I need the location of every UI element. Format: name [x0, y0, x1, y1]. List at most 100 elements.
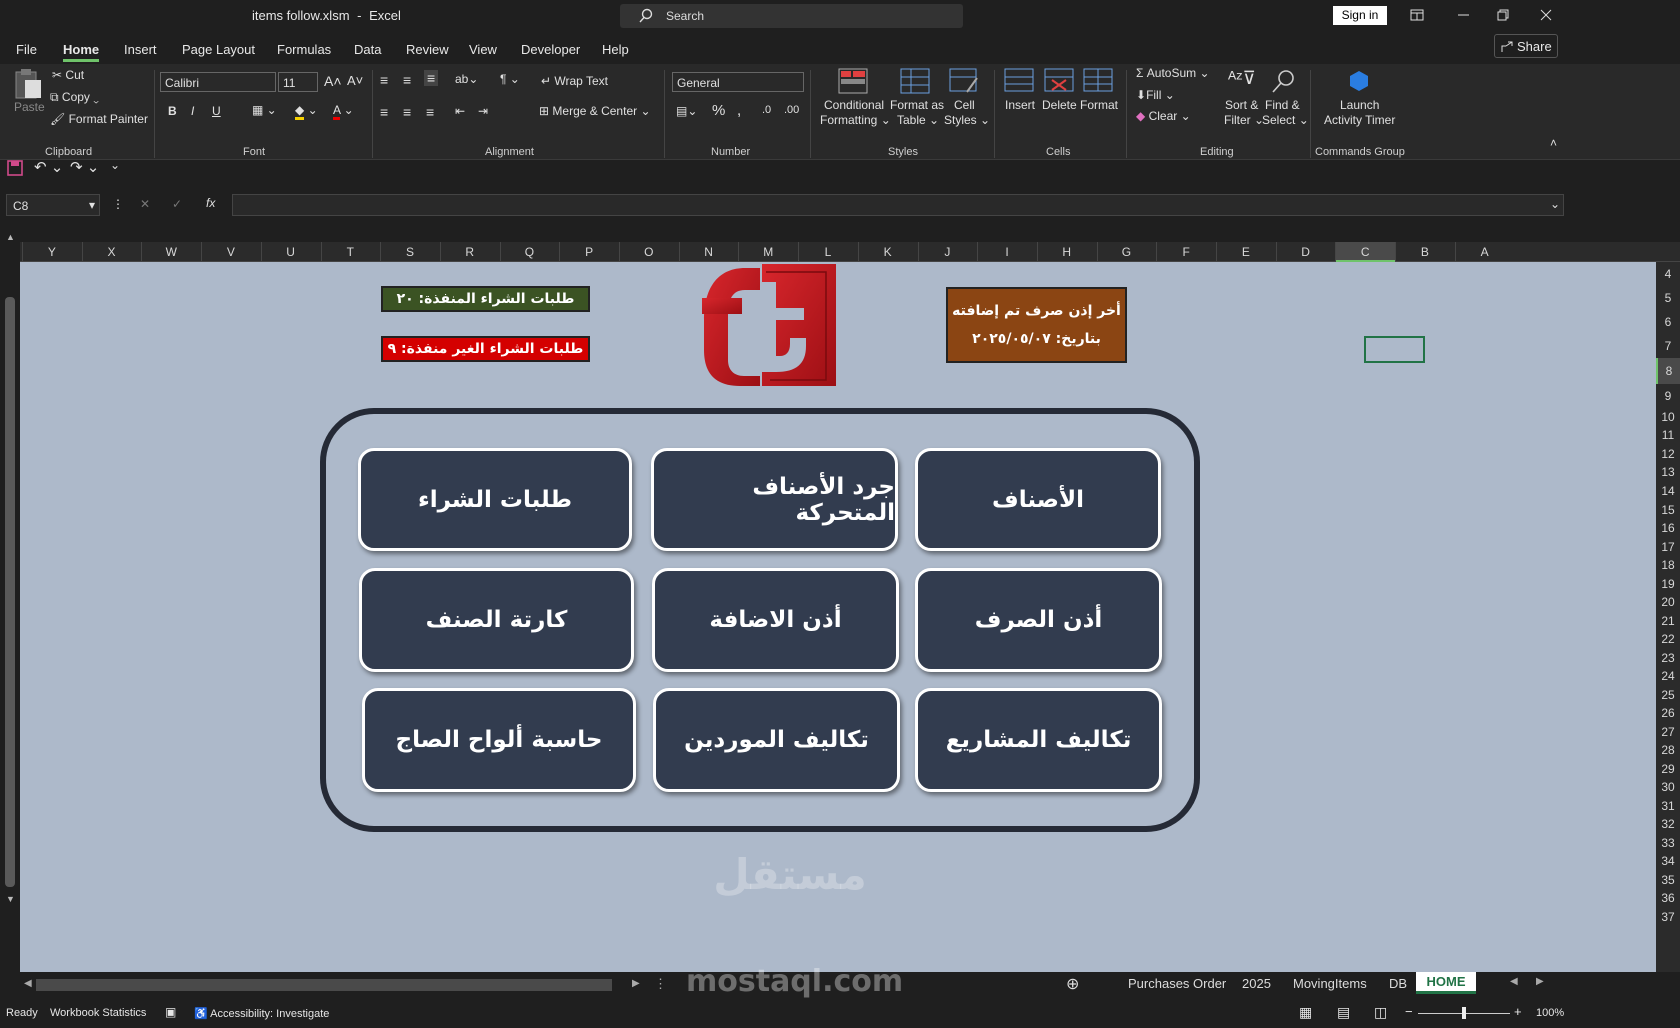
customize-qat-icon[interactable]: ⌄ — [110, 158, 120, 172]
insert-function-icon[interactable]: fx — [206, 196, 215, 210]
increase-decimal-icon[interactable]: .0 — [762, 104, 771, 116]
number-format-select[interactable]: General — [672, 72, 804, 92]
workbook-statistics[interactable]: Workbook Statistics — [50, 1007, 146, 1019]
expand-formula-icon[interactable]: ⌄ — [1550, 197, 1560, 211]
merge-center-button[interactable]: ⊞ Merge & Center ⌄ — [539, 104, 651, 118]
tab-scroll-left-icon[interactable]: ◀ — [1510, 976, 1518, 987]
column-header[interactable]: E — [1216, 245, 1276, 259]
conditional-formatting-icon[interactable] — [838, 68, 868, 94]
text-direction-icon[interactable]: ¶ ⌄ — [500, 72, 520, 86]
page-layout-view-icon[interactable]: ▤ — [1337, 1004, 1350, 1021]
copy-button[interactable]: ⧉ Copy ⌄ — [50, 90, 99, 105]
sort-label-2[interactable]: Filter ⌄ — [1224, 113, 1264, 127]
insert-cells-label[interactable]: Insert — [1005, 98, 1035, 112]
items-button[interactable]: الأصناف — [915, 448, 1161, 551]
column-header[interactable]: V — [201, 245, 261, 259]
format-as-label[interactable]: Format as — [890, 98, 944, 112]
fill-color-icon[interactable]: ◆ ⌄ — [295, 103, 318, 120]
launch-timer-icon[interactable] — [1348, 70, 1370, 92]
column-header[interactable]: K — [858, 245, 918, 259]
row-header[interactable]: 21 — [1656, 612, 1680, 630]
scroll-up-icon[interactable]: ▲ — [6, 232, 15, 242]
menu-data[interactable]: Data — [354, 42, 381, 57]
delete-cells-label[interactable]: Delete — [1042, 98, 1077, 112]
menu-home[interactable]: Home — [63, 42, 99, 57]
name-box[interactable]: C8 ▾ — [6, 194, 100, 216]
row-header[interactable]: 13 — [1656, 463, 1680, 482]
cell-styles-icon[interactable] — [949, 68, 979, 94]
issue-voucher-button[interactable]: أذن الصرف — [915, 568, 1162, 672]
font-color-icon[interactable]: A ⌄ — [333, 103, 354, 120]
row-header[interactable]: 30 — [1656, 778, 1680, 797]
menu-review[interactable]: Review — [406, 42, 449, 57]
tab-purchases-order[interactable]: Purchases Order — [1128, 976, 1226, 991]
save-icon[interactable] — [7, 160, 23, 176]
column-header[interactable]: Y — [22, 245, 82, 259]
underline-button[interactable]: U — [212, 104, 221, 118]
column-header[interactable]: X — [82, 245, 142, 259]
cancel-entry-icon[interactable]: ✕ — [140, 197, 150, 211]
menu-help[interactable]: Help — [602, 42, 629, 57]
row-header[interactable]: 35 — [1656, 871, 1680, 889]
column-header[interactable]: J — [918, 245, 978, 259]
fill-button[interactable]: ⬇Fill ⌄ — [1136, 88, 1175, 102]
column-header[interactable]: L — [798, 245, 858, 259]
align-top-icon[interactable]: ≡ — [380, 72, 388, 88]
format-as-table-icon[interactable] — [900, 68, 930, 94]
menu-page-layout[interactable]: Page Layout — [182, 42, 255, 57]
column-header[interactable]: F — [1156, 245, 1216, 259]
launch-label[interactable]: Launch — [1340, 98, 1379, 112]
formula-input[interactable] — [232, 194, 1564, 216]
conditional-label-2[interactable]: Formatting ⌄ — [820, 113, 891, 127]
search-box[interactable]: Search — [620, 4, 963, 28]
row-header[interactable]: 26 — [1656, 704, 1680, 723]
row-header[interactable]: 27 — [1656, 723, 1680, 741]
row-header[interactable]: 24 — [1656, 667, 1680, 686]
cell-styles-label[interactable]: Cell — [954, 98, 975, 112]
row-header[interactable]: 33 — [1656, 834, 1680, 852]
menu-insert[interactable]: Insert — [124, 42, 157, 57]
percent-icon[interactable]: % — [712, 102, 725, 119]
column-header[interactable]: T — [321, 245, 381, 259]
hscroll-right-icon[interactable]: ▶ — [632, 978, 640, 989]
menu-formulas[interactable]: Formulas — [277, 42, 331, 57]
column-header[interactable]: G — [1097, 245, 1157, 259]
row-header[interactable]: 28 — [1656, 741, 1680, 760]
purchase-orders-button[interactable]: طلبات الشراء — [358, 448, 632, 551]
row-header[interactable]: 29 — [1656, 760, 1680, 778]
column-header[interactable]: I — [977, 245, 1037, 259]
zoom-slider-thumb[interactable] — [1462, 1007, 1466, 1019]
page-break-view-icon[interactable]: ◫ — [1374, 1004, 1387, 1021]
sort-label[interactable]: Sort & — [1225, 98, 1258, 112]
cut-button[interactable]: ✂ Cut — [52, 68, 84, 82]
decrease-decimal-icon[interactable]: .00 — [784, 104, 799, 116]
supplier-costs-button[interactable]: تكاليف الموردين — [653, 688, 900, 792]
item-card-button[interactable]: كارتة الصنف — [359, 568, 634, 672]
find-label-2[interactable]: Select ⌄ — [1262, 113, 1309, 127]
font-size-select[interactable]: 11 — [278, 72, 318, 92]
tab-2025[interactable]: 2025 — [1242, 976, 1271, 991]
italic-button[interactable]: I — [191, 104, 194, 118]
add-sheet-icon[interactable]: ⊕ — [1066, 974, 1079, 994]
accounting-icon[interactable]: ▤⌄ — [676, 104, 697, 118]
format-cells-label[interactable]: Format — [1080, 98, 1118, 112]
cell-styles-label-2[interactable]: Styles ⌄ — [944, 113, 990, 127]
conditional-label[interactable]: Conditional — [824, 98, 884, 112]
row-header[interactable]: 7 — [1656, 334, 1680, 358]
row-header[interactable]: 32 — [1656, 815, 1680, 834]
row-header[interactable]: 23 — [1656, 649, 1680, 667]
paste-label[interactable]: Paste — [14, 100, 45, 114]
column-header[interactable]: R — [440, 245, 500, 259]
row-header[interactable]: 8 — [1656, 358, 1680, 384]
tab-movingitems[interactable]: MovingItems — [1293, 976, 1367, 991]
tab-db[interactable]: DB — [1389, 976, 1407, 991]
row-header[interactable]: 19 — [1656, 575, 1680, 593]
menu-file[interactable]: File — [16, 42, 37, 57]
macro-record-icon[interactable]: ▣ — [165, 1005, 176, 1019]
hscroll-left-icon[interactable]: ◀ — [24, 978, 32, 989]
sign-in-button[interactable]: Sign in — [1333, 6, 1387, 25]
comma-icon[interactable]: , — [737, 102, 741, 119]
delete-cells-icon[interactable] — [1044, 68, 1074, 94]
decrease-font-icon[interactable]: A˅ — [347, 73, 363, 88]
column-header[interactable]: S — [380, 245, 440, 259]
